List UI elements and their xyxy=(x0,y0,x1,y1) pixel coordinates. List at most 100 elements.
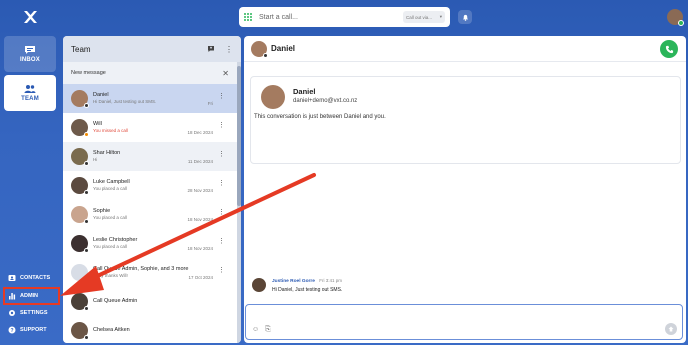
list-item[interactable]: Shar Hilton Hi 11 Dec 2024 ⋮ xyxy=(63,142,237,171)
list-item[interactable]: Leslie Christopher You placed a call 18 … xyxy=(63,229,237,258)
avatar xyxy=(71,322,89,340)
nav-contacts[interactable]: CONTACTS xyxy=(8,274,60,282)
contact-avatar xyxy=(261,85,285,109)
more-vert-icon[interactable]: ⋮ xyxy=(218,237,225,245)
list-item-name: Shar Hilton xyxy=(93,149,121,156)
arrow-up-icon xyxy=(668,326,674,332)
list-item[interactable]: Luke Campbell You placed a call 28 Nov 2… xyxy=(63,171,237,200)
online-status-dot xyxy=(678,20,684,26)
nav-team-label: TEAM xyxy=(21,96,39,102)
message-composer[interactable]: ☺ ⎘ xyxy=(245,304,683,340)
avatar xyxy=(251,40,268,58)
list-item-date: 28 Nov 2024 xyxy=(187,188,213,193)
list-item-name: Leslie Christopher xyxy=(93,236,138,243)
list-item[interactable]: Daniel Hi Daniel, Just testing out SMS. … xyxy=(63,84,237,113)
more-vert-icon[interactable]: ⋮ xyxy=(218,150,225,158)
conversation-pane: Daniel Daniel daniel+demo@vxt.co.nz This… xyxy=(244,36,686,343)
list-item[interactable]: Call Queue Admin xyxy=(63,287,237,316)
emoji-icon[interactable]: ☺ xyxy=(252,326,259,334)
list-item-name: Call Queue Admin xyxy=(93,297,138,304)
list-item-subtitle: Hi xyxy=(93,157,98,163)
status-dot xyxy=(84,103,89,108)
list-item-subtitle: Hi Daniel, Just testing out SMS. xyxy=(93,99,157,105)
conversation-header: Daniel xyxy=(244,36,686,62)
more-vert-icon[interactable]: ⋮ xyxy=(218,266,225,274)
contacts-icon xyxy=(8,274,16,282)
gear-icon xyxy=(8,309,16,317)
team-panel-title: Team xyxy=(71,44,91,54)
attachment-icon[interactable]: ⎘ xyxy=(265,326,271,334)
nav-inbox[interactable]: INBOX xyxy=(4,36,56,72)
conversation-note: This conversation is just between Daniel… xyxy=(254,114,386,120)
status-dot xyxy=(263,52,268,58)
people-icon xyxy=(24,85,36,93)
list-item-subtitle: You placed a call xyxy=(93,186,127,192)
list-item-subtitle: You missed a call xyxy=(93,128,128,134)
svg-text:?: ? xyxy=(10,328,13,334)
list-item-name: Will xyxy=(93,120,102,127)
dialpad-icon[interactable] xyxy=(244,12,253,22)
more-vert-icon[interactable]: ⋮ xyxy=(218,208,225,216)
list-item-subtitle: You placed a call xyxy=(93,244,127,250)
status-dot xyxy=(84,190,89,195)
new-message-row[interactable]: New message ✕ xyxy=(63,62,237,84)
more-vert-icon[interactable]: ⋮ xyxy=(225,45,233,54)
contact-name: Daniel xyxy=(293,87,316,96)
list-item-name: Daniel xyxy=(93,91,109,98)
start-call-input[interactable]: Start a call... xyxy=(259,14,397,21)
user-avatar[interactable] xyxy=(667,9,684,26)
avatar xyxy=(71,148,89,166)
avatar xyxy=(71,206,89,224)
nav-settings-label: SETTINGS xyxy=(20,310,48,316)
list-item-date: 18 Dec 2024 xyxy=(187,130,213,135)
list-item-name: Call Queue Admin, Sophie, and 3 more xyxy=(93,265,189,272)
more-vert-icon[interactable]: ⋮ xyxy=(218,92,225,100)
list-item[interactable]: Sophie You placed a call 18 Nov 2024 ⋮ xyxy=(63,200,237,229)
contact-email[interactable]: daniel+demo@vxt.co.nz xyxy=(293,98,357,104)
list-item-date: 18 Nov 2024 xyxy=(187,217,213,222)
nav-support[interactable]: ? SUPPORT xyxy=(8,326,60,334)
message-text: Hi Daniel, Just testing out SMS. xyxy=(272,287,343,293)
status-dot xyxy=(84,219,89,224)
call-out-via-select[interactable]: Call out via... ▾ xyxy=(403,11,445,23)
start-call-bar[interactable]: Start a call... Call out via... ▾ xyxy=(239,7,450,27)
list-item[interactable]: Will You missed a call 18 Dec 2024 ⋮ xyxy=(63,113,237,142)
contact-card: Daniel daniel+demo@vxt.co.nz xyxy=(250,76,681,164)
list-scrollbar[interactable] xyxy=(237,62,241,343)
compose-icon[interactable] xyxy=(207,45,215,53)
conversation-list: New message ✕ Daniel Hi Daniel, Just tes… xyxy=(63,62,237,343)
status-dot xyxy=(84,277,89,282)
nav-support-label: SUPPORT xyxy=(20,327,47,333)
notifications-button[interactable] xyxy=(458,10,472,24)
list-item-date: Fri xyxy=(207,101,213,106)
more-vert-icon[interactable]: ⋮ xyxy=(218,121,225,129)
list-item-date: 18 Nov 2024 xyxy=(187,246,213,251)
status-dot xyxy=(84,161,89,166)
nav-team[interactable]: TEAM xyxy=(4,75,56,111)
avatar xyxy=(71,119,89,137)
message-sender: Justine Roel Gorre xyxy=(272,279,315,284)
list-item-date: 17 Oct 2024 xyxy=(188,275,213,280)
status-dot xyxy=(84,335,89,340)
chevron-down-icon: ▾ xyxy=(439,14,442,19)
list-item[interactable]: Call Queue Admin, Sophie, and 3 more Oka… xyxy=(63,258,237,287)
sender-avatar xyxy=(252,278,266,292)
team-panel-header: Team ⋮ xyxy=(63,36,241,62)
chat-icon xyxy=(25,46,35,54)
app-logo[interactable] xyxy=(22,9,38,25)
avatar xyxy=(71,264,89,282)
send-button[interactable] xyxy=(665,323,677,335)
list-item-date: 11 Dec 2024 xyxy=(187,159,213,164)
list-item-name: Chelsea Aitken xyxy=(93,326,130,333)
list-item[interactable]: Chelsea Aitken xyxy=(63,316,237,343)
call-out-via-label: Call out via... xyxy=(406,14,433,20)
admin-highlight-box xyxy=(3,287,60,305)
help-icon: ? xyxy=(8,326,16,334)
avatar xyxy=(71,235,89,253)
nav-settings[interactable]: SETTINGS xyxy=(8,309,60,317)
list-scrollbar-thumb[interactable] xyxy=(237,66,241,206)
call-button[interactable] xyxy=(660,40,678,58)
more-vert-icon[interactable]: ⋮ xyxy=(218,179,225,187)
list-item-subtitle: Okay thanks Will! xyxy=(93,273,128,279)
close-icon[interactable]: ✕ xyxy=(222,69,229,78)
